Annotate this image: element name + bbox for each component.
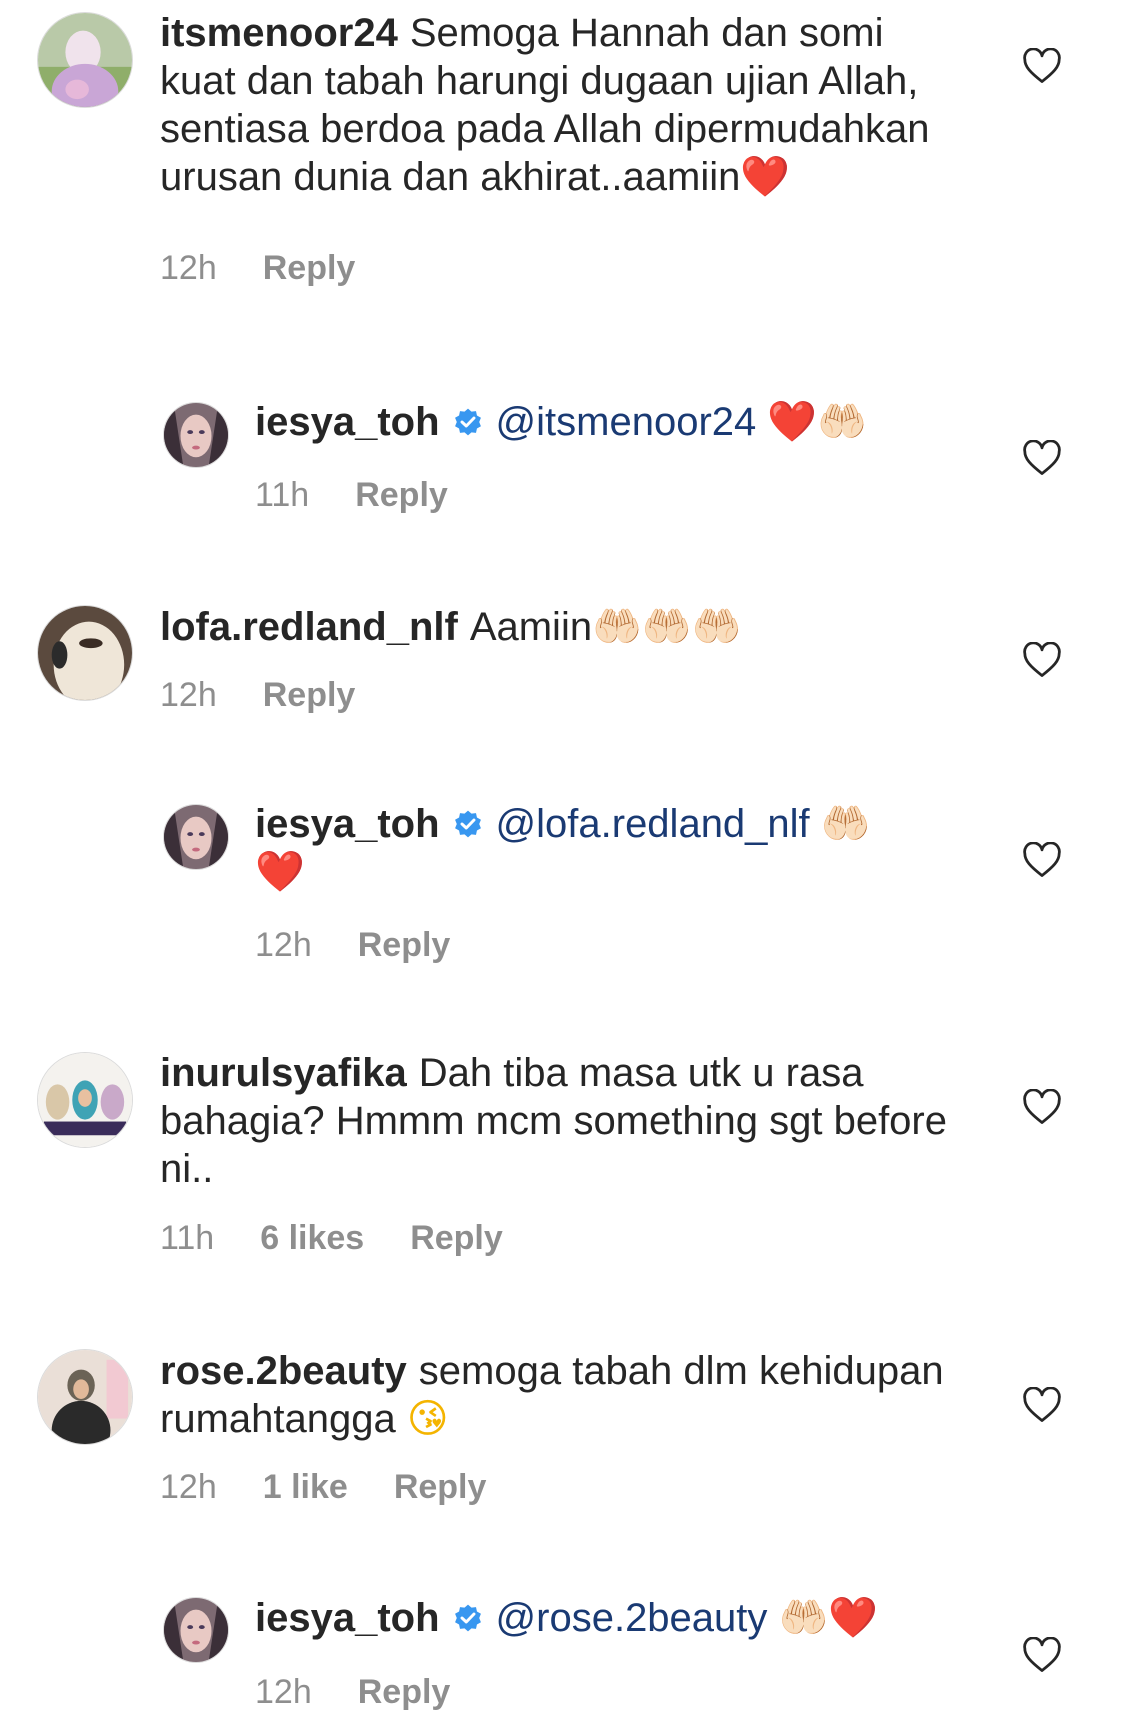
- reply-button[interactable]: Reply: [263, 676, 356, 714]
- comment-body: iesya_toh @itsmenoor24 ❤️🤲🏻: [255, 398, 955, 446]
- comment-meta: 12h Reply: [255, 1672, 496, 1712]
- avatar[interactable]: [163, 1597, 229, 1663]
- comment-meta: 12h Reply: [255, 925, 496, 965]
- mention-link[interactable]: @itsmenoor24: [496, 400, 757, 444]
- comment-time: 12h: [160, 249, 217, 287]
- heart-icon[interactable]: [1022, 1089, 1062, 1125]
- comment-meta: 11h Reply: [255, 475, 494, 515]
- comment-emoji: 🤲🏻: [820, 801, 871, 847]
- comment-username[interactable]: iesya_toh: [255, 802, 440, 846]
- reply-button[interactable]: Reply: [410, 1219, 503, 1257]
- comment-meta: 11h 6 likes Reply: [160, 1218, 549, 1258]
- heart-icon[interactable]: [1022, 1637, 1062, 1673]
- heart-icon[interactable]: [1022, 48, 1062, 84]
- avatar[interactable]: [37, 605, 133, 701]
- comment-time: 12h: [160, 676, 217, 714]
- reply-button[interactable]: Reply: [358, 1673, 451, 1711]
- avatar[interactable]: [37, 1052, 133, 1148]
- comment-username[interactable]: iesya_toh: [255, 400, 440, 444]
- avatar-image: [38, 1053, 132, 1147]
- verified-badge-icon: [454, 1604, 481, 1632]
- comment-username[interactable]: lofa.redland_nlf: [160, 605, 458, 649]
- avatar[interactable]: [163, 402, 229, 468]
- avatar-image: [164, 805, 228, 869]
- comment-meta: 12h Reply: [160, 248, 401, 288]
- heart-icon[interactable]: [1022, 440, 1062, 476]
- reply-button[interactable]: Reply: [355, 476, 448, 514]
- comment-emoji: 😘: [406, 1396, 449, 1442]
- comment-text: Aamiin: [469, 605, 593, 649]
- comment-username[interactable]: iesya_toh: [255, 1596, 440, 1640]
- comment-time: 12h: [255, 1673, 312, 1711]
- comment-username[interactable]: rose.2beauty: [160, 1349, 407, 1393]
- likes-count[interactable]: 1 like: [263, 1468, 348, 1506]
- comment-time: 12h: [160, 1468, 217, 1506]
- comment-emoji: ❤️: [740, 154, 791, 200]
- likes-count[interactable]: 6 likes: [260, 1219, 364, 1257]
- comment-body: inurulsyafika Dah tiba masa utk u rasa ba…: [160, 1049, 950, 1193]
- reply-button[interactable]: Reply: [394, 1468, 487, 1506]
- comment-emoji: 🤲🏻🤲🏻🤲🏻: [592, 604, 742, 650]
- reply-button[interactable]: Reply: [263, 249, 356, 287]
- mention-link[interactable]: @rose.2beauty: [496, 1596, 768, 1640]
- comment-username[interactable]: itsmenoor24: [160, 11, 398, 55]
- mention-link[interactable]: @lofa.redland_nlf: [496, 802, 810, 846]
- avatar[interactable]: [37, 1349, 133, 1445]
- reply-button[interactable]: Reply: [358, 926, 451, 964]
- comment-meta: 12h 1 like Reply: [160, 1467, 532, 1507]
- comment-emoji: 🤲🏻❤️: [778, 1595, 879, 1641]
- avatar[interactable]: [37, 12, 133, 108]
- comment-time: 12h: [255, 926, 312, 964]
- avatar-image: [38, 13, 132, 107]
- avatar-image: [38, 1350, 132, 1444]
- comment-body: itsmenoor24 Semoga Hannah dan somi kuat d…: [160, 9, 950, 201]
- comment-time: 11h: [255, 476, 310, 514]
- comment-body: rose.2beauty semoga tabah dlm kehidupan r…: [160, 1347, 950, 1443]
- comment-emoji: ❤️🤲🏻: [767, 399, 867, 445]
- comment-body: iesya_toh @rose.2beauty 🤲🏻❤️: [255, 1594, 955, 1642]
- verified-badge-icon: [454, 810, 481, 838]
- heart-icon[interactable]: [1022, 642, 1062, 678]
- heart-icon[interactable]: [1022, 842, 1062, 878]
- avatar-image: [164, 403, 228, 467]
- comment-body: iesya_toh @lofa.redland_nlf 🤲🏻 ❤️: [255, 800, 955, 896]
- heart-icon[interactable]: [1022, 1387, 1062, 1423]
- comment-emoji: ❤️: [255, 849, 305, 895]
- verified-badge-icon: [454, 408, 481, 436]
- comment-meta: 12h Reply: [160, 675, 401, 715]
- comment-username[interactable]: inurulsyafika: [160, 1051, 407, 1095]
- avatar-image: [164, 1598, 228, 1662]
- avatar[interactable]: [163, 804, 229, 870]
- avatar-image: [38, 606, 132, 700]
- comment-body: lofa.redland_nlf Aamiin🤲🏻🤲🏻🤲🏻: [160, 603, 950, 651]
- comment-time: 11h: [160, 1219, 215, 1257]
